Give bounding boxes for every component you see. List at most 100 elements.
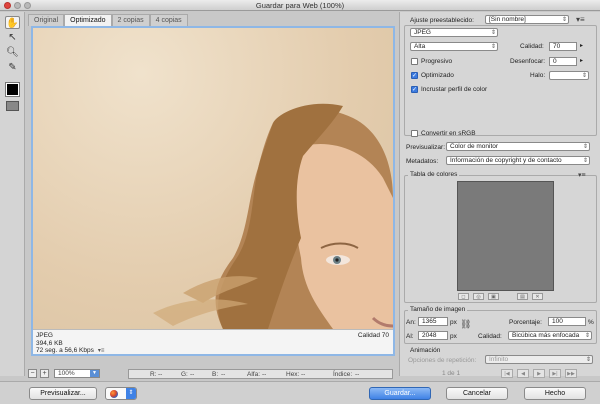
preview-in-browser-button[interactable]: Previsualizar... — [29, 387, 97, 400]
height-unit: px — [450, 333, 457, 340]
r-label: R: — [150, 371, 157, 378]
index-label: Índice: — [333, 371, 353, 378]
height-label: Al: — [406, 333, 414, 340]
optimized-checkbox[interactable]: ✓ — [411, 72, 418, 79]
cancel-button[interactable]: Cancelar — [446, 387, 508, 400]
hand-tool-icon[interactable]: ✋ — [5, 16, 20, 29]
percent-value: 100 — [552, 318, 563, 325]
map-color-icon[interactable]: ◻ — [458, 293, 469, 300]
bottom-action-bar: Previsualizar... ⇕ Guardar... Cancelar H… — [0, 381, 600, 404]
zoom-in-button[interactable]: + — [40, 369, 49, 378]
compression-quality-select[interactable]: Alta — [410, 42, 498, 51]
metadata-select[interactable]: Información de copyright y de contacto — [446, 156, 590, 165]
tool-palette: ✋ ↖ 🔍︎ ✎ — [0, 12, 25, 376]
zoom-tool-icon[interactable]: 🔍︎ — [5, 46, 20, 59]
progressive-checkbox[interactable] — [411, 58, 418, 65]
tab-4-up[interactable]: 4 copias — [149, 14, 188, 26]
hex-value: -- — [301, 371, 306, 378]
tab-optimized[interactable]: Optimizado — [64, 14, 112, 26]
color-table[interactable] — [457, 181, 554, 291]
compression-quality-value: Alta — [414, 43, 426, 50]
zoom-out-button[interactable]: − — [28, 369, 37, 378]
next-frame-icon[interactable]: ▶| — [549, 369, 561, 378]
chevron-down-icon: ⇕ — [126, 388, 136, 399]
play-animation-icon[interactable]: ▶ — [533, 369, 545, 378]
done-button[interactable]: Hecho — [524, 387, 586, 400]
zoom-level-value: 100% — [58, 370, 75, 377]
file-size-text: 394,6 KB — [36, 339, 63, 347]
width-unit: px — [450, 319, 457, 326]
alfa-label: Alfa: — [247, 371, 261, 378]
blur-label: Desenfocar: — [510, 58, 546, 65]
preset-select[interactable]: [Sin nombre] — [485, 15, 569, 24]
quality-field[interactable]: 70 — [549, 42, 577, 51]
optimized-label: Optimizado — [421, 72, 454, 79]
preview-photo — [33, 28, 393, 330]
zoom-window-button[interactable] — [24, 2, 31, 9]
alfa-value: -- — [262, 371, 267, 378]
download-time-text: 72 seg. a 56,6 Kbps — [36, 347, 94, 354]
metadata-value: Información de copyright y de contacto — [450, 157, 562, 164]
index-value: -- — [355, 371, 360, 378]
title-bar: Guardar para Web (100%) — [0, 0, 600, 11]
lock-color-icon[interactable]: ▣ — [488, 293, 499, 300]
image-size-title: Tamaño de imagen — [408, 306, 468, 313]
width-field[interactable]: 1365 — [418, 317, 448, 326]
close-window-button[interactable] — [4, 2, 11, 9]
tab-original[interactable]: Original — [28, 14, 65, 26]
constrain-proportions-link-icon[interactable]: ⛓ — [460, 319, 471, 330]
zoom-level-select[interactable]: 100% ▼ — [54, 369, 100, 378]
preset-label: Ajuste preestablecido: — [410, 17, 474, 24]
last-frame-icon[interactable]: ▶▶ — [565, 369, 577, 378]
slice-select-tool-icon[interactable]: ↖ — [5, 31, 20, 44]
optimization-panel: Ajuste preestablecido: [Sin nombre] ▾≡ J… — [399, 12, 600, 378]
loop-options-label: Opciones de repetición: — [408, 357, 477, 364]
loop-options-select[interactable]: Infinito — [485, 355, 593, 364]
percent-field[interactable]: 100 — [548, 317, 586, 326]
preview-info-bar: JPEG 394,6 KB 72 seg. a 56,6 Kbps ▾≡ Cali… — [33, 329, 393, 354]
matte-label: Halo: — [530, 72, 546, 79]
web-snap-icon[interactable]: ◎ — [473, 293, 484, 300]
view-tabs: Original Optimizado 2 copias 4 copias — [28, 14, 188, 26]
convert-srgb-checkbox[interactable] — [411, 130, 418, 137]
optimize-menu-icon[interactable]: ▾≡ — [576, 15, 585, 24]
delete-color-icon[interactable]: ✕ — [532, 293, 543, 300]
status-bar: − + 100% ▼ R: -- G: -- B: -- Alfa: -- Hex: -- … — [28, 369, 395, 379]
browser-select[interactable]: ⇕ — [105, 387, 137, 400]
preview-select[interactable]: Color de monitor — [446, 142, 590, 151]
color-table-menu-icon[interactable]: ▾≡ — [578, 171, 586, 179]
tab-2-up[interactable]: 2 copias — [111, 14, 150, 26]
file-format-value: JPEG — [414, 29, 431, 36]
frame-counter: 1 de 1 — [442, 370, 461, 377]
file-format-select[interactable]: JPEG — [410, 28, 498, 37]
image-preview-pane[interactable]: JPEG 394,6 KB 72 seg. a 56,6 Kbps ▾≡ Cali… — [31, 26, 395, 356]
color-table-title: Tabla de colores — [408, 171, 460, 178]
portrait-photo-image — [153, 103, 393, 330]
first-frame-icon[interactable]: |◀ — [501, 369, 513, 378]
embed-profile-checkbox[interactable]: ✓ — [411, 86, 418, 93]
b-label: B: — [212, 371, 219, 378]
chevron-down-icon: ▼ — [90, 370, 99, 377]
minimize-window-button[interactable] — [14, 2, 21, 9]
file-format-text: JPEG — [36, 332, 53, 339]
metadata-label: Metadatos: — [406, 158, 439, 165]
blur-value: 0 — [553, 58, 557, 65]
loop-options-value: Infinito — [489, 356, 509, 363]
convert-srgb-label: Convertir en sRGB — [421, 130, 476, 137]
blur-stepper-icon[interactable]: ▸ — [580, 57, 583, 64]
download-speed-menu-icon[interactable]: ▾≡ — [98, 348, 105, 354]
resample-quality-select[interactable]: Bicúbica más enfocada — [508, 331, 592, 340]
percent-unit: % — [588, 319, 594, 326]
save-button[interactable]: Guardar... — [369, 387, 431, 400]
toggle-slices-visibility-icon[interactable] — [6, 101, 19, 111]
width-value: 1365 — [422, 318, 437, 325]
eyedropper-tool-icon[interactable]: ✎ — [5, 61, 20, 74]
b-value: -- — [221, 371, 226, 378]
new-color-icon[interactable]: ▤ — [517, 293, 528, 300]
previous-frame-icon[interactable]: ◀ — [517, 369, 529, 378]
eyedropper-color-swatch[interactable] — [5, 82, 20, 97]
blur-field[interactable]: 0 — [549, 57, 577, 66]
quality-stepper-icon[interactable]: ▸ — [580, 42, 583, 49]
matte-select[interactable] — [549, 71, 589, 80]
height-field[interactable]: 2048 — [418, 331, 448, 340]
